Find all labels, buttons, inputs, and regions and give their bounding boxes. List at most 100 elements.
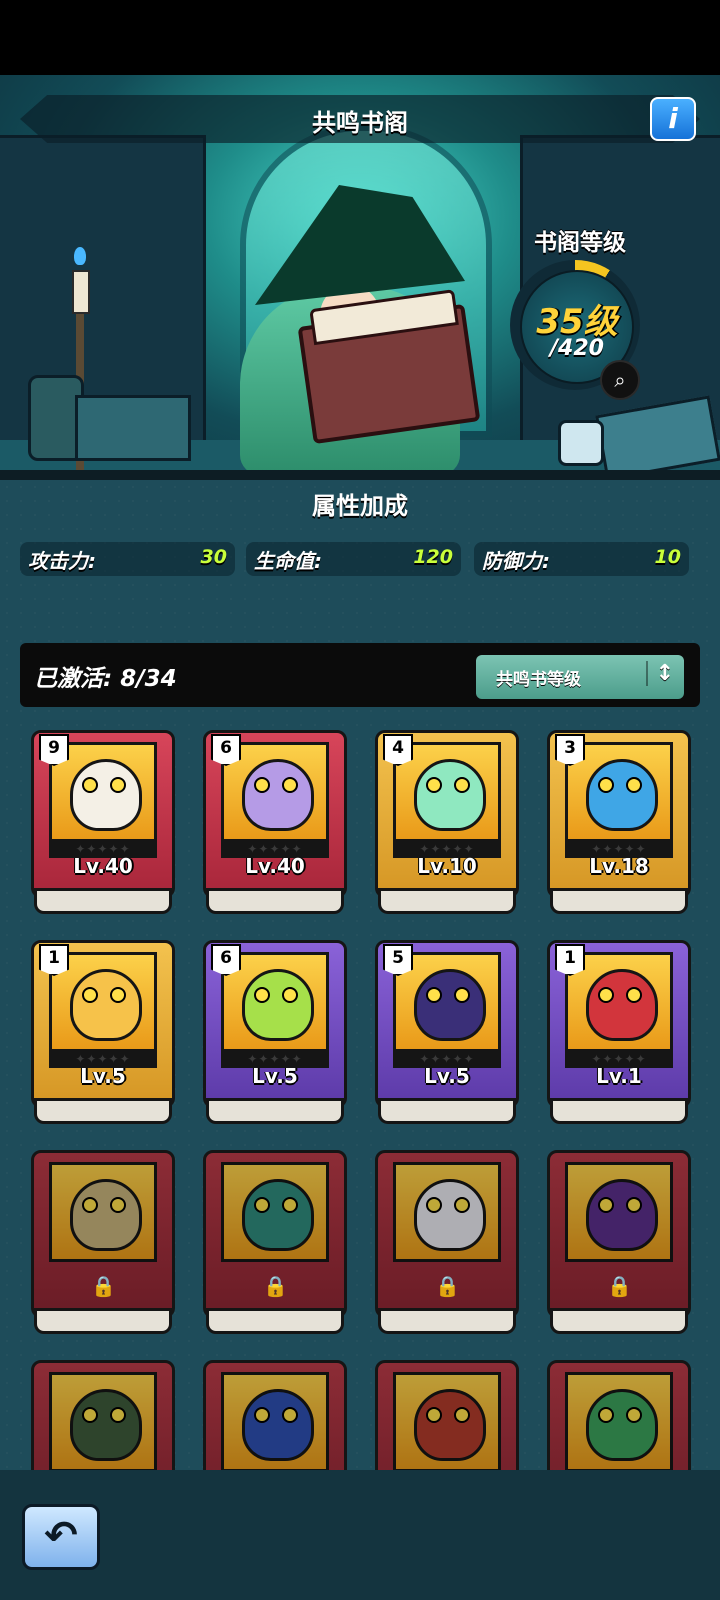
monster-eye bbox=[426, 1197, 442, 1213]
monster-icon bbox=[242, 1179, 314, 1251]
book-pages bbox=[206, 1098, 344, 1124]
book-card[interactable]: ✦✦✦✦✦ Lv.10 4 bbox=[375, 730, 519, 916]
monster-eye bbox=[626, 1197, 642, 1213]
book-card[interactable]: ✦✦✦✦✦ Lv.40 6 bbox=[203, 730, 347, 916]
book-pages bbox=[34, 1308, 172, 1334]
candle bbox=[72, 270, 90, 314]
monster-eye bbox=[110, 1407, 126, 1423]
monster-eye bbox=[254, 777, 270, 793]
book-level: Lv.40 bbox=[245, 854, 305, 878]
locked-book-card[interactable]: 🔒 bbox=[203, 1360, 347, 1470]
book-pages bbox=[550, 1098, 688, 1124]
monster-icon bbox=[414, 969, 486, 1041]
count-badge: 5 bbox=[383, 944, 413, 976]
sort-label: 共鸣书等级 bbox=[496, 670, 581, 690]
monster-eye bbox=[426, 1407, 442, 1423]
monster-eye bbox=[282, 1197, 298, 1213]
stat-attack: 攻击力: 30 bbox=[20, 542, 235, 576]
monster-eye bbox=[626, 987, 642, 1003]
count-badge: 6 bbox=[211, 944, 241, 976]
book-card[interactable]: ✦✦✦✦✦ Lv.5 5 bbox=[375, 940, 519, 1126]
monster-icon bbox=[242, 969, 314, 1041]
locked-book-card[interactable]: 🔒 bbox=[203, 1150, 347, 1336]
monster-eye bbox=[82, 987, 98, 1003]
monster-icon bbox=[414, 759, 486, 831]
locked-book-card[interactable]: 🔒 bbox=[375, 1150, 519, 1336]
book-card[interactable]: ✦✦✦✦✦ Lv.40 9 bbox=[31, 730, 175, 916]
info-button[interactable]: i bbox=[650, 97, 696, 141]
book-level: Lv.10 bbox=[417, 854, 477, 878]
count-badge: 6 bbox=[211, 734, 241, 766]
monster-eye bbox=[454, 1407, 470, 1423]
book-pages bbox=[378, 1098, 516, 1124]
monster-eye bbox=[426, 777, 442, 793]
monster-eye bbox=[454, 1197, 470, 1213]
monster-eye bbox=[110, 987, 126, 1003]
book-card[interactable]: ✦✦✦✦✦ Lv.1 1 bbox=[547, 940, 691, 1126]
attributes-title: 属性加成 bbox=[312, 492, 408, 520]
monster-eye bbox=[82, 1407, 98, 1423]
book-card[interactable]: ✦✦✦✦✦ Lv.18 3 bbox=[547, 730, 691, 916]
count-badge: 3 bbox=[555, 734, 585, 766]
monster-eye bbox=[254, 1407, 270, 1423]
book-stack-left bbox=[75, 395, 191, 461]
monster-icon bbox=[242, 759, 314, 831]
monster-eye bbox=[282, 777, 298, 793]
monster-icon bbox=[70, 1389, 142, 1461]
activation-bar: 已激活: 8/34 共鸣书等级 ↕ bbox=[20, 643, 700, 707]
book-level: Lv.5 bbox=[424, 1064, 470, 1088]
book-level: Lv.40 bbox=[73, 854, 133, 878]
book-level: Lv.18 bbox=[589, 854, 649, 878]
monster-portrait bbox=[49, 1162, 157, 1262]
monster-eye bbox=[110, 777, 126, 793]
monster-portrait bbox=[221, 1162, 329, 1262]
count-badge: 1 bbox=[555, 944, 585, 976]
book-pages bbox=[378, 1308, 516, 1334]
lock-icon: 🔒 bbox=[435, 1274, 460, 1298]
magnifier-icon[interactable]: ⌕ bbox=[600, 360, 640, 400]
stat-hp: 生命值: 120 bbox=[246, 542, 461, 576]
monster-eye bbox=[282, 987, 298, 1003]
monster-portrait bbox=[393, 1162, 501, 1262]
top-status-area bbox=[0, 0, 720, 75]
monster-icon bbox=[70, 759, 142, 831]
locked-book-card[interactable]: 🔒 bbox=[547, 1150, 691, 1336]
count-badge: 4 bbox=[383, 734, 413, 766]
count-badge: 1 bbox=[39, 944, 69, 976]
library-banner: 共鸣书阁 i 书阁等级 35级 /420 ⌕ bbox=[0, 75, 720, 480]
locked-book-card[interactable]: 🔒 bbox=[31, 1360, 175, 1470]
monster-eye bbox=[598, 1197, 614, 1213]
monster-eye bbox=[82, 1197, 98, 1213]
monster-portrait bbox=[565, 1372, 673, 1470]
lock-icon: 🔒 bbox=[607, 1274, 632, 1298]
stat-hp-label: 生命值: bbox=[254, 549, 322, 573]
monster-icon bbox=[70, 969, 142, 1041]
locked-book-card[interactable]: 🔒 bbox=[547, 1360, 691, 1470]
monster-eye bbox=[254, 1197, 270, 1213]
book-level: Lv.5 bbox=[252, 1064, 298, 1088]
book-pages bbox=[34, 1098, 172, 1124]
open-book bbox=[297, 303, 481, 445]
monster-eye bbox=[598, 1407, 614, 1423]
monster-icon bbox=[586, 1179, 658, 1251]
book-pages bbox=[34, 888, 172, 914]
locked-book-card[interactable]: 🔒 bbox=[31, 1150, 175, 1336]
stat-defense: 防御力: 10 bbox=[474, 542, 689, 576]
monster-portrait bbox=[565, 1162, 673, 1262]
book-pages bbox=[378, 888, 516, 914]
back-arrow-icon[interactable]: ↶ bbox=[22, 1504, 100, 1570]
book-card[interactable]: ✦✦✦✦✦ Lv.5 6 bbox=[203, 940, 347, 1126]
monster-icon bbox=[242, 1389, 314, 1461]
locked-book-card[interactable]: 🔒 bbox=[375, 1360, 519, 1470]
monster-eye bbox=[598, 987, 614, 1003]
book-card[interactable]: ✦✦✦✦✦ Lv.5 1 bbox=[31, 940, 175, 1126]
monster-icon bbox=[414, 1179, 486, 1251]
monster-eye bbox=[454, 987, 470, 1003]
monster-eye bbox=[282, 1407, 298, 1423]
monster-icon bbox=[586, 1389, 658, 1461]
sort-button[interactable]: 共鸣书等级 ↕ bbox=[476, 655, 684, 699]
bottom-bar: ↶ bbox=[0, 1470, 720, 1600]
stat-attack-value: 30 bbox=[200, 546, 227, 568]
book-level: Lv.5 bbox=[80, 1064, 126, 1088]
monster-icon bbox=[414, 1389, 486, 1461]
